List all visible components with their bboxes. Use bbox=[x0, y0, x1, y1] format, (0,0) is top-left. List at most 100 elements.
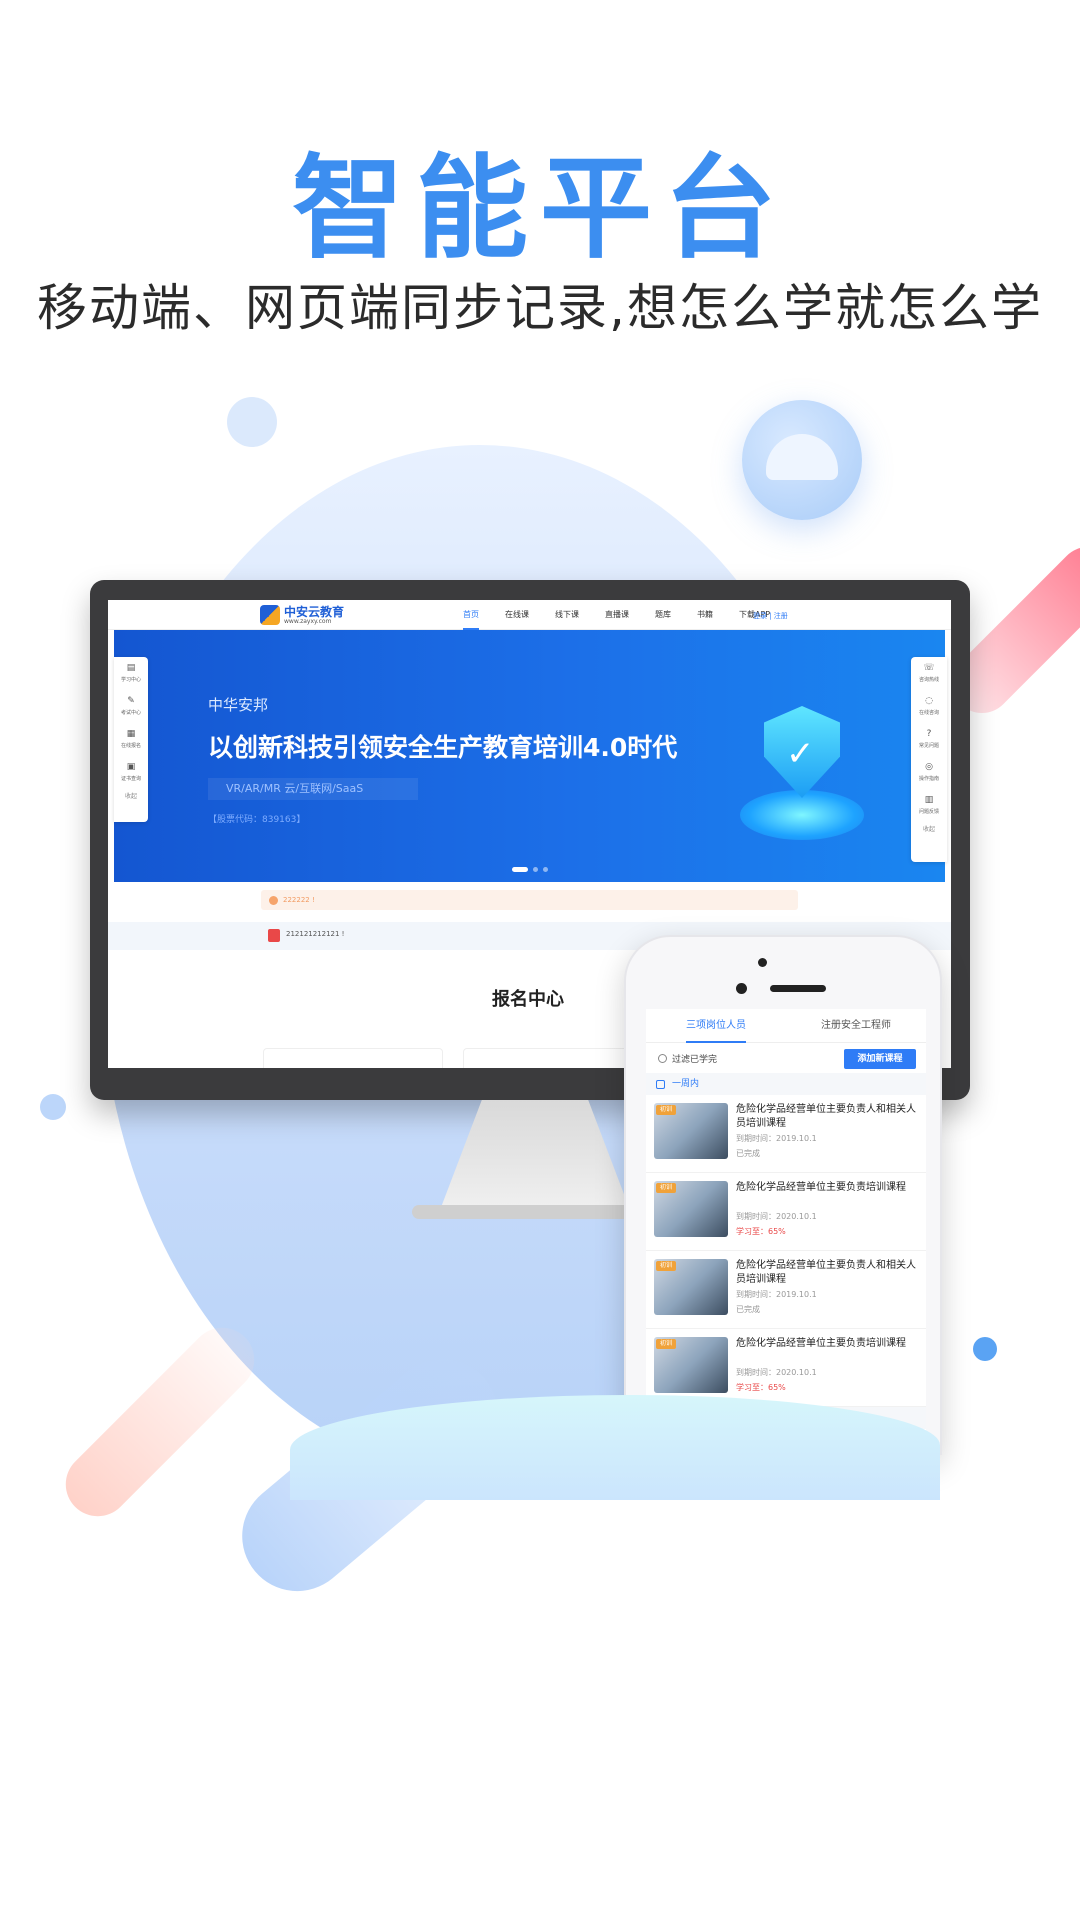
pen-icon: ✎ bbox=[127, 696, 135, 706]
course-item[interactable]: 初训 危险化学品经营单位主要负责人和相关人员培训课程 到期时间：2019.10.… bbox=[646, 1095, 926, 1173]
slide-dot[interactable] bbox=[512, 867, 528, 872]
book-icon: ▤ bbox=[126, 663, 136, 673]
sidebar-fold-right[interactable]: 收起 bbox=[911, 824, 947, 833]
mobile-tabs: 三项岗位人员 注册安全工程师 bbox=[646, 1009, 926, 1043]
add-course-button[interactable]: 添加新课程 bbox=[844, 1049, 916, 1069]
course-item[interactable]: 初训 危险化学品经营单位主要负责人和相关人员培训课程 到期时间：2019.10.… bbox=[646, 1251, 926, 1329]
tab-three-positions[interactable]: 三项岗位人员 bbox=[646, 1009, 786, 1043]
course-expiry: 到期时间：2020.10.1 bbox=[736, 1212, 817, 1221]
section-week: 一周内 bbox=[646, 1073, 926, 1095]
compass-icon: ◎ bbox=[925, 762, 933, 772]
sidebar-item-online-consult[interactable]: ◌ 在线咨询 bbox=[911, 690, 947, 723]
filter-radio[interactable] bbox=[658, 1054, 667, 1063]
notice-text: 222222 ! bbox=[283, 896, 315, 904]
chat-icon: ◌ bbox=[925, 696, 933, 706]
decor-wave bbox=[290, 1395, 940, 1500]
sidebar-item-certificate[interactable]: ▣ 证书查询 bbox=[114, 756, 148, 789]
nav-item-home[interactable]: 首页 bbox=[463, 600, 479, 630]
filter-label[interactable]: 过滤已学完 bbox=[672, 1052, 717, 1065]
course-thumbnail: 初训 bbox=[654, 1181, 728, 1237]
course-title: 危险化学品经营单位主要负责培训课程 bbox=[736, 1182, 906, 1193]
decor-dot bbox=[227, 397, 277, 447]
course-badge: 初训 bbox=[656, 1183, 677, 1193]
shield-illustration: ✓ bbox=[722, 670, 882, 860]
course-expiry: 到期时间：2019.10.1 bbox=[736, 1290, 817, 1299]
phone-icon: ☏ bbox=[923, 663, 935, 673]
notice-icon bbox=[269, 896, 278, 905]
course-thumbnail: 初训 bbox=[654, 1337, 728, 1393]
slide-dot[interactable] bbox=[533, 867, 538, 872]
announcement-text[interactable]: 212121212121 ! bbox=[286, 930, 344, 938]
course-title: 危险化学品经营单位主要负责培训课程 bbox=[736, 1338, 906, 1349]
tab-safety-engineer[interactable]: 注册安全工程师 bbox=[786, 1009, 926, 1042]
course-title: 危险化学品经营单位主要负责人和相关人员培训课程 bbox=[736, 1104, 916, 1129]
course-expiry: 到期时间：2019.10.1 bbox=[736, 1134, 817, 1143]
banner-stock-code: 【股票代码：839163】 bbox=[208, 815, 306, 825]
banner-tag: 中华安邦 bbox=[208, 696, 269, 714]
logo-url: www.zayxy.com bbox=[284, 617, 332, 625]
page-title: 智能平台 bbox=[292, 144, 788, 274]
helmet-icon bbox=[766, 434, 838, 480]
decor-dot bbox=[40, 1094, 66, 1120]
course-status: 已完成 bbox=[736, 1149, 760, 1158]
promo-page: 智能平台 移动端、网页端同步记录,想怎么学就怎么学 中安云教育 www.zayx… bbox=[0, 0, 1080, 1920]
nav-item-question-bank[interactable]: 题库 bbox=[655, 600, 671, 630]
sidebar-fold-left[interactable]: 收起 bbox=[114, 791, 148, 800]
sidebar-item-hotline[interactable]: ☏ 咨询热线 bbox=[911, 657, 947, 690]
sidebar-item-online-signup[interactable]: ▦ 在线报名 bbox=[114, 723, 148, 756]
speaker-icon bbox=[770, 985, 826, 992]
site-nav: 首页 在线课 线下课 直播课 题库 书籍 下载APP bbox=[463, 600, 796, 630]
mobile-phone: 三项岗位人员 注册安全工程师 过滤已学完 添加新课程 一周内 初训 危险化学品经… bbox=[624, 935, 942, 1455]
course-progress: 学习至：65% bbox=[736, 1227, 786, 1236]
site-header: 中安云教育 www.zayxy.com 首页 在线课 线下课 直播课 题库 书籍… bbox=[108, 600, 951, 630]
course-badge: 初训 bbox=[656, 1261, 677, 1271]
certificate-icon: ▣ bbox=[126, 762, 136, 772]
logo-name: 中安云教育 bbox=[284, 604, 345, 619]
course-expiry: 到期时间：2020.10.1 bbox=[736, 1368, 817, 1377]
nav-item-offline-course[interactable]: 线下课 bbox=[555, 600, 579, 630]
sidebar-item-faq[interactable]: ? 常见问题 bbox=[911, 723, 947, 756]
helmet-badge bbox=[742, 400, 862, 520]
login-link[interactable]: 登录 | 注册 bbox=[753, 611, 788, 621]
section-title: 报名中心 bbox=[492, 989, 564, 1010]
course-status: 已完成 bbox=[736, 1305, 760, 1314]
grid-icon bbox=[656, 1080, 665, 1089]
hero-banner[interactable]: 中华安邦 以创新科技引领安全生产教育培训4.0时代 VR/AR/MR 云/互联网… bbox=[114, 630, 945, 882]
feedback-icon: ▥ bbox=[924, 795, 934, 805]
course-badge: 初训 bbox=[656, 1105, 677, 1115]
decor-dot bbox=[973, 1337, 997, 1361]
question-icon: ? bbox=[926, 729, 932, 739]
banner-keywords: VR/AR/MR 云/互联网/SaaS bbox=[208, 778, 418, 800]
sidebar-item-exam-center[interactable]: ✎ 考试中心 bbox=[114, 690, 148, 723]
sidebar-item-feedback[interactable]: ▥ 问题反馈 bbox=[911, 789, 947, 822]
slide-dot[interactable] bbox=[543, 867, 548, 872]
sidebar-item-study-center[interactable]: ▤ 学习中心 bbox=[114, 657, 148, 690]
logo-icon bbox=[260, 605, 280, 625]
site-logo[interactable]: 中安云教育 www.zayxy.com bbox=[260, 605, 344, 625]
course-title: 危险化学品经营单位主要负责人和相关人员培训课程 bbox=[736, 1260, 916, 1285]
page-subtitle: 移动端、网页端同步记录,想怎么学就怎么学 bbox=[37, 279, 1043, 337]
camera-icon bbox=[736, 983, 747, 994]
right-sidebar: ☏ 咨询热线 ◌ 在线咨询 ? 常见问题 ◎ 操作指南 ▥ 问题反馈 收起 bbox=[911, 657, 947, 862]
registration-card[interactable] bbox=[463, 1048, 643, 1068]
filter-row: 过滤已学完 添加新课程 bbox=[646, 1043, 926, 1073]
announcement-icon bbox=[268, 929, 280, 942]
course-progress: 学习至：65% bbox=[736, 1383, 786, 1392]
course-thumbnail: 初训 bbox=[654, 1103, 728, 1159]
decor-stripe bbox=[52, 1314, 268, 1530]
check-icon: ✓ bbox=[786, 734, 815, 774]
mobile-screen: 三项岗位人员 注册安全工程师 过滤已学完 添加新课程 一周内 初训 危险化学品经… bbox=[646, 1009, 926, 1453]
notice-bar[interactable]: 222222 ! bbox=[261, 890, 798, 910]
nav-item-online-course[interactable]: 在线课 bbox=[505, 600, 529, 630]
registration-card[interactable] bbox=[263, 1048, 443, 1068]
banner-title: 以创新科技引领安全生产教育培训4.0时代 bbox=[208, 733, 678, 762]
sidebar-item-guide[interactable]: ◎ 操作指南 bbox=[911, 756, 947, 789]
form-icon: ▦ bbox=[126, 729, 136, 739]
course-thumbnail: 初训 bbox=[654, 1259, 728, 1315]
nav-item-books[interactable]: 书籍 bbox=[697, 600, 713, 630]
nav-item-live-course[interactable]: 直播课 bbox=[605, 600, 629, 630]
course-item[interactable]: 初训 危险化学品经营单位主要负责培训课程 到期时间：2020.10.1 学习至：… bbox=[646, 1173, 926, 1251]
course-badge: 初训 bbox=[656, 1339, 677, 1349]
left-sidebar: ▤ 学习中心 ✎ 考试中心 ▦ 在线报名 ▣ 证书查询 收起 bbox=[114, 657, 148, 822]
banner-pagination bbox=[512, 867, 553, 872]
